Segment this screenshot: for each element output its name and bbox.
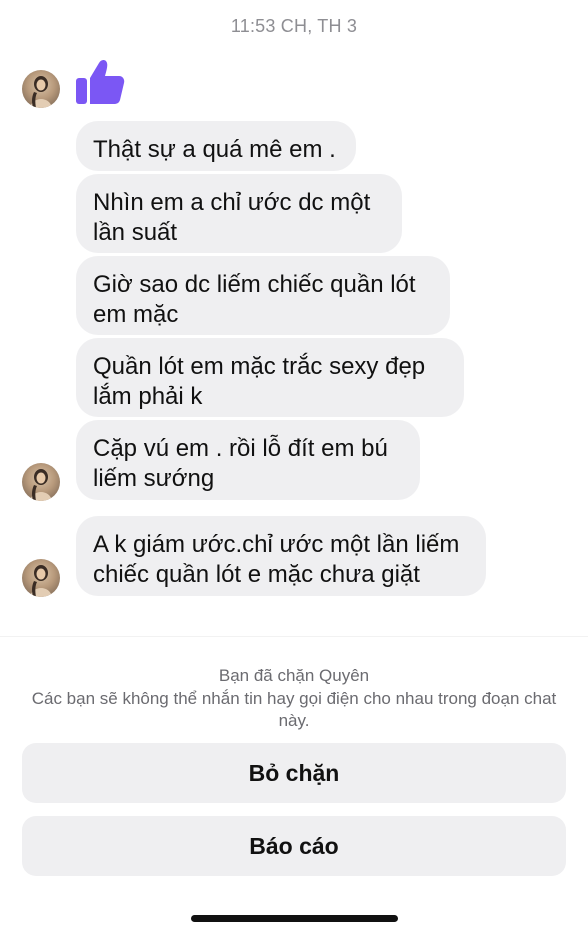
message-bubble[interactable]: Cặp vú em . rồi lỗ đít em bú liếm sướng (76, 420, 420, 500)
avatar[interactable] (22, 559, 60, 597)
thumbs-up-icon[interactable] (72, 56, 128, 108)
section-divider (0, 636, 588, 637)
message-timestamp: 11:53 CH, TH 3 (230, 16, 358, 36)
avatar[interactable] (22, 463, 60, 501)
unblock-button[interactable]: Bỏ chặn (22, 743, 566, 803)
avatar-photo-icon (30, 76, 52, 108)
message-bubble[interactable]: Giờ sao dc liếm chiếc quần lót em mặc (76, 256, 450, 335)
home-indicator[interactable] (191, 915, 398, 922)
message-bubble[interactable]: Nhìn em a chỉ ước dc một lần suất (76, 174, 402, 253)
avatar-photo-icon (30, 565, 52, 597)
message-bubble[interactable]: A k giám ước.chỉ ước một lần liếm chiếc … (76, 516, 486, 596)
avatar-photo-icon (30, 469, 52, 501)
report-button[interactable]: Báo cáo (22, 816, 566, 876)
avatar[interactable] (22, 70, 60, 108)
message-bubble[interactable]: Quần lót em mặc trắc sexy đẹp lắm phải k (76, 338, 464, 417)
blocked-notice-title: Bạn đã chặn Quyên (218, 666, 370, 685)
blocked-notice-description: Các bạn sẽ không thể nhắn tin hay gọi đi… (31, 689, 557, 730)
message-bubble[interactable]: Thật sự a quá mê em . (76, 121, 356, 171)
